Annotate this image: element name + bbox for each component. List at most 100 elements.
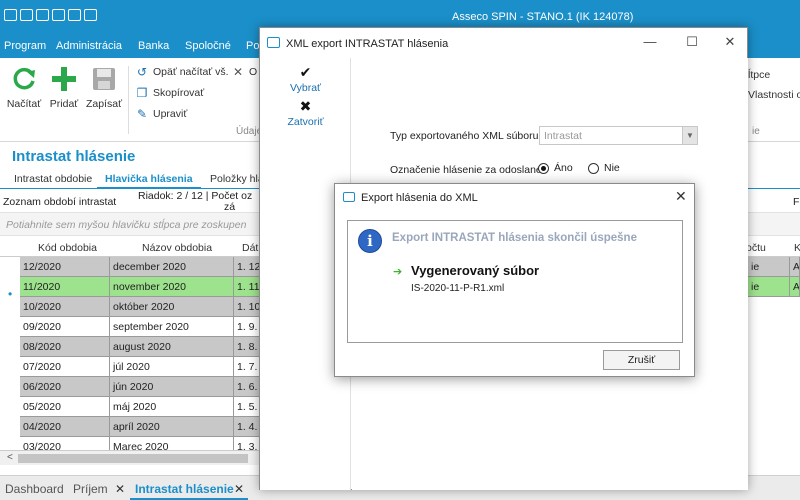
cell-right-1: ie [748, 277, 790, 297]
chevron-left-icon[interactable]: < [7, 452, 13, 463]
cell-date: 1. 12 [234, 257, 260, 277]
col-header-code[interactable]: Kód obdobia [38, 242, 97, 254]
radio-unchecked-icon[interactable] [588, 162, 599, 174]
quick-access-toolbar [4, 9, 97, 21]
copy-label: Skopírovať [153, 87, 205, 99]
edit-label: Upraviť [153, 108, 188, 120]
cell-code: 04/2020 [20, 417, 110, 437]
grid-icon[interactable] [36, 9, 49, 21]
edit-button[interactable]: ✎ Upraviť [136, 107, 188, 121]
type-select-value: Intrastat [544, 130, 582, 142]
close-window-label: Zatvoriť [287, 116, 324, 128]
print-icon[interactable] [68, 9, 81, 21]
check-icon: ✔ [299, 64, 312, 80]
cell-date: 1. 7. [234, 357, 260, 377]
xml-window-title: XML export INTRASTAT hlásenia [286, 38, 449, 50]
close-tab-icon[interactable]: ✕ [115, 482, 125, 496]
close-window-button[interactable]: ✖ Zatvoriť [260, 98, 351, 128]
horizontal-scrollbar[interactable]: < [0, 450, 260, 465]
tab-intrastat-hlasenie[interactable]: Intrastat hlásenie [135, 482, 234, 496]
plus-icon [44, 64, 84, 94]
refresh-icon: ↺ [136, 65, 148, 79]
cell-name: september 2020 [110, 317, 234, 337]
cell-date: 1. 10 [234, 297, 260, 317]
cell-name: december 2020 [110, 257, 234, 277]
cell-date: 1. 6. [234, 377, 260, 397]
floppy-icon [84, 64, 124, 94]
arrow-right-icon: ➔ [393, 266, 403, 278]
properties-button-partial[interactable]: Vlastnosti ok [748, 89, 800, 101]
reload-all-button[interactable]: ↺ Opäť načítať vš. [136, 65, 229, 79]
cell-code: 07/2020 [20, 357, 110, 377]
columns-button-partial[interactable]: ĺtpce [748, 69, 770, 81]
mail-icon[interactable] [52, 9, 65, 21]
close-icon[interactable]: ✕ [720, 34, 740, 50]
type-select[interactable]: Intrastat ▼ [539, 126, 698, 145]
reload-label: Načítať [6, 98, 42, 110]
select-button[interactable]: ✔ Vybrať [260, 64, 351, 94]
cell-date: 1. 5. [234, 397, 260, 417]
radio-yes[interactable]: Áno [538, 162, 573, 174]
list-title: Zoznam období intrastat [3, 196, 117, 208]
scrollbar-thumb[interactable] [18, 454, 248, 463]
tab-intrastat-obdobie[interactable]: Intrastat obdobie [14, 173, 92, 185]
menu-spolocne[interactable]: Spoločné [185, 40, 231, 52]
print-icon[interactable] [84, 9, 97, 21]
cell-code: 11/2020 [20, 277, 110, 297]
tab-prijem[interactable]: Príjem [73, 482, 108, 496]
cell-date: 1. 9. [234, 317, 260, 337]
tab-hlavicka-hlasenia[interactable]: Hlavička hlásenia [97, 170, 201, 189]
copy-button[interactable]: ❐ Skopírovať [136, 86, 205, 100]
reload-button[interactable]: Načítať [4, 64, 44, 110]
cell-date: 1. 4. [234, 417, 260, 437]
app-title: Asseco SPIN - STANO.1 (IK 124078) [452, 11, 634, 23]
minimize-icon[interactable]: — [640, 34, 660, 49]
group-hint-text: Potiahnite sem myšou hlavičku stĺpca pre… [6, 219, 247, 231]
menu-administracia[interactable]: Administrácia [56, 40, 122, 52]
page-title: Intrastat hlásenie [12, 148, 136, 165]
col-header-right-1[interactable]: očtu [746, 242, 766, 254]
cell-date: 1. 11 [234, 277, 260, 297]
menu-partial[interactable]: Po [246, 40, 259, 52]
app-icon [267, 37, 280, 48]
cell-name: jún 2020 [110, 377, 234, 397]
close-button-partial[interactable]: ✕ O [232, 65, 258, 79]
save-label: Zapísať [85, 98, 123, 110]
reload-all-label: Opäť načítať vš. [153, 66, 229, 78]
add-button[interactable]: Pridať [44, 64, 84, 110]
close-icon: ✕ [232, 65, 244, 79]
maximize-icon[interactable]: ☐ [682, 34, 702, 50]
dialog-message-panel: i Export INTRASTAT hlásenia skončil úspe… [347, 220, 683, 343]
menu-banka[interactable]: Banka [138, 40, 169, 52]
col-header-name[interactable]: Názov obdobia [142, 242, 212, 254]
dialog-title: Export hlásenia do XML [361, 192, 478, 204]
cell-name: august 2020 [110, 337, 234, 357]
window-icon[interactable] [4, 9, 17, 21]
grid-icon[interactable] [20, 9, 33, 21]
radio-no[interactable]: Nie [588, 162, 620, 174]
col-header-date[interactable]: Dát [242, 242, 258, 254]
close-icon: ✖ [299, 98, 312, 114]
cancel-button[interactable]: Zrušiť [603, 350, 680, 370]
save-button[interactable]: Zapísať [84, 64, 124, 110]
cell-name: apríl 2020 [110, 417, 234, 437]
radio-checked-icon[interactable] [538, 162, 549, 174]
close-tab-icon[interactable]: ✕ [234, 482, 244, 496]
ribbon-separator [128, 66, 129, 134]
cell-name: november 2020 [110, 277, 234, 297]
mark-sent-label: Označenie hlásenie za odoslané [390, 164, 542, 176]
cell-code: 08/2020 [20, 337, 110, 357]
info-icon: i [358, 229, 382, 253]
cell-name: október 2020 [110, 297, 234, 317]
close-partial-label: O [249, 66, 258, 78]
chevron-down-icon[interactable]: ▼ [682, 127, 697, 144]
dialog-heading: Export INTRASTAT hlásenia skončil úspešn… [392, 232, 637, 244]
menu-program[interactable]: Program [4, 40, 46, 52]
cell-code: 05/2020 [20, 397, 110, 417]
col-header-right-2[interactable]: K [794, 242, 800, 254]
tab-dashboard[interactable]: Dashboard [5, 482, 64, 496]
export-result-dialog: Export hlásenia do XML ✕ i Export INTRAS… [334, 183, 695, 377]
cell-right-2: A [790, 277, 800, 297]
close-icon[interactable]: ✕ [675, 188, 687, 205]
add-label: Pridať [49, 98, 79, 110]
